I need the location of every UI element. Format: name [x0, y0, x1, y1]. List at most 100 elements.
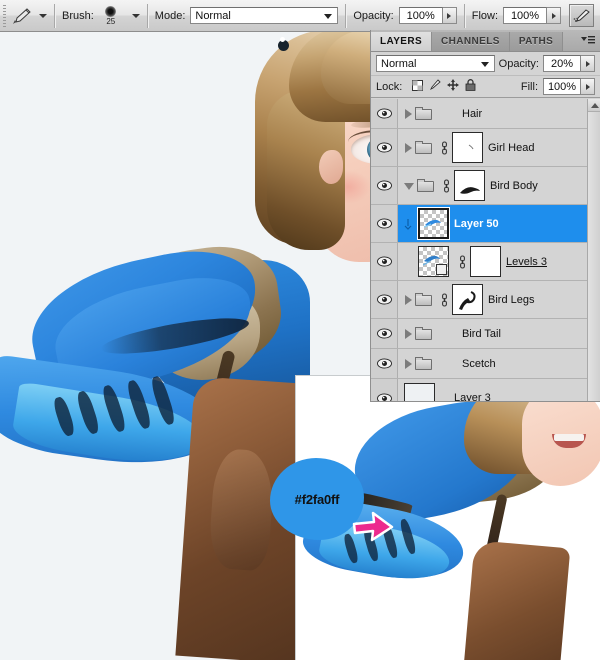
chevron-down-icon	[480, 62, 489, 67]
layer-opacity-value: 20%	[550, 57, 574, 70]
layer-row-bird-body[interactable]: Bird Body	[371, 167, 588, 205]
visibility-toggle[interactable]	[371, 129, 398, 166]
link-mask-icon[interactable]	[441, 178, 451, 194]
layer-row-scetch[interactable]: Scetch	[371, 349, 588, 379]
link-mask-icon[interactable]	[457, 254, 467, 270]
visibility-toggle[interactable]	[371, 379, 398, 401]
group-expand-chevron-icon[interactable]	[405, 358, 412, 369]
lock-all-icon[interactable]	[465, 79, 476, 94]
flow-input[interactable]: 100%	[503, 7, 548, 24]
layer-thumbnail[interactable]	[404, 382, 435, 401]
tab-layers[interactable]: LAYERS	[371, 32, 433, 51]
visibility-toggle[interactable]	[371, 349, 398, 378]
girl-ear	[319, 150, 343, 184]
layer-row-layer-50[interactable]: Layer 50	[371, 205, 588, 243]
lock-position-icon[interactable]	[447, 79, 460, 94]
adjustment-layer-thumbnail[interactable]	[418, 246, 449, 277]
folder-icon	[415, 357, 432, 370]
layer-name: Bird Legs	[488, 293, 535, 306]
divider	[345, 3, 347, 28]
layer-opacity-slider-button[interactable]	[581, 55, 595, 72]
visibility-toggle[interactable]	[371, 319, 398, 348]
options-bar-grip[interactable]	[0, 0, 9, 31]
tool-options-bar: Brush: 25 Mode: Normal Opacity: 100% Flo…	[0, 0, 600, 32]
flow-slider-button[interactable]	[547, 7, 562, 24]
layer-opacity-label: Opacity:	[498, 57, 539, 70]
visibility-toggle[interactable]	[371, 281, 398, 318]
brush-preset-chevron-down-icon[interactable]	[131, 13, 140, 18]
adjustment-mask-thumbnail[interactable]	[470, 246, 501, 277]
panel-menu-icon[interactable]	[579, 33, 597, 48]
brush-tool-icon[interactable]	[9, 5, 35, 27]
fill-label: Fill:	[520, 80, 538, 93]
layer-row-layer-3[interactable]: Layer 3	[371, 379, 588, 401]
layer-row-bird-legs[interactable]: Bird Legs	[371, 281, 588, 319]
pink-arrow-icon	[352, 510, 394, 544]
opacity-value: 100%	[406, 9, 435, 22]
brush-size-value: 25	[106, 16, 116, 26]
layer-name: Levels 3	[506, 255, 547, 268]
tab-paths-label: PATHS	[518, 36, 554, 47]
brush-size-preview[interactable]: 25	[94, 3, 128, 29]
group-expand-chevron-icon[interactable]	[405, 294, 412, 305]
blend-mode-value: Normal	[195, 9, 231, 22]
tab-channels[interactable]: CHANNELS	[432, 32, 510, 51]
layer-blend-mode-value: Normal	[381, 57, 417, 70]
opacity-slider-button[interactable]	[442, 7, 457, 24]
tab-channels-label: CHANNELS	[441, 36, 500, 47]
visibility-toggle[interactable]	[371, 167, 398, 204]
visibility-toggle[interactable]	[371, 205, 398, 242]
opacity-input[interactable]: 100%	[398, 7, 443, 24]
layer-blend-mode-select[interactable]: Normal	[376, 55, 495, 72]
link-mask-icon[interactable]	[439, 140, 449, 156]
group-expand-chevron-icon[interactable]	[405, 142, 412, 153]
layer-opacity-input[interactable]: 20%	[543, 55, 581, 72]
girl-eye-glint	[280, 37, 285, 42]
layer-row-bird-tail[interactable]: Bird Tail	[371, 319, 588, 349]
layer-mask-thumbnail[interactable]	[452, 284, 483, 315]
adjustment-badge-icon	[436, 264, 447, 275]
layer-mask-thumbnail[interactable]	[454, 170, 485, 201]
layer-name: Bird Body	[490, 179, 538, 192]
layers-list[interactable]: Hair Girl Head Bird Body Layer 50 Levels…	[371, 99, 588, 401]
hex-color-callout: #f2fa0ff	[270, 458, 364, 540]
airbrush-icon[interactable]	[569, 4, 595, 27]
lock-image-icon[interactable]	[429, 79, 441, 94]
visibility-toggle[interactable]	[371, 243, 398, 280]
lock-fill-row: Lock: Fill: 100%	[371, 76, 600, 98]
layer-name: Layer 3	[454, 392, 491, 401]
chevron-down-icon	[324, 14, 333, 19]
layer-mask-thumbnail[interactable]	[452, 132, 483, 163]
hex-color-label: #f2fa0ff	[294, 491, 340, 507]
fill-slider-button[interactable]	[581, 78, 595, 95]
visibility-toggle[interactable]	[371, 99, 398, 128]
layer-name: Hair	[462, 107, 483, 120]
scroll-up-arrow-icon[interactable]	[588, 99, 600, 112]
link-mask-icon[interactable]	[439, 292, 449, 308]
layer-row-levels-3[interactable]: Levels 3	[371, 243, 588, 281]
brush-dot-icon	[105, 5, 117, 17]
layer-row-hair[interactable]: Hair	[371, 99, 588, 129]
layers-scrollbar[interactable]	[587, 99, 600, 401]
group-expand-chevron-icon[interactable]	[405, 108, 412, 119]
tab-paths[interactable]: PATHS	[509, 32, 564, 51]
blend-mode-select[interactable]: Normal	[190, 7, 339, 24]
clipping-mask-icon	[398, 218, 418, 230]
group-collapse-chevron-icon[interactable]	[404, 183, 414, 190]
inset-branch	[461, 540, 571, 660]
lock-transparency-icon[interactable]	[412, 79, 424, 94]
layer-thumbnail[interactable]	[418, 208, 449, 239]
branch-knot	[207, 447, 276, 572]
tab-layers-label: LAYERS	[380, 36, 423, 47]
group-expand-chevron-icon[interactable]	[405, 328, 412, 339]
fill-value: 100%	[547, 80, 577, 93]
divider	[463, 3, 465, 28]
fill-input[interactable]: 100%	[543, 78, 581, 95]
layer-thumb-bird-icon	[424, 219, 441, 228]
mode-label: Mode:	[154, 9, 186, 22]
tool-preset-chevron-down-icon[interactable]	[39, 13, 47, 18]
layer-row-girl-head[interactable]: Girl Head	[371, 129, 588, 167]
folder-icon	[417, 179, 434, 192]
panel-tab-bar: LAYERS CHANNELS PATHS	[371, 30, 600, 52]
layer-name: Layer 50	[454, 217, 499, 230]
